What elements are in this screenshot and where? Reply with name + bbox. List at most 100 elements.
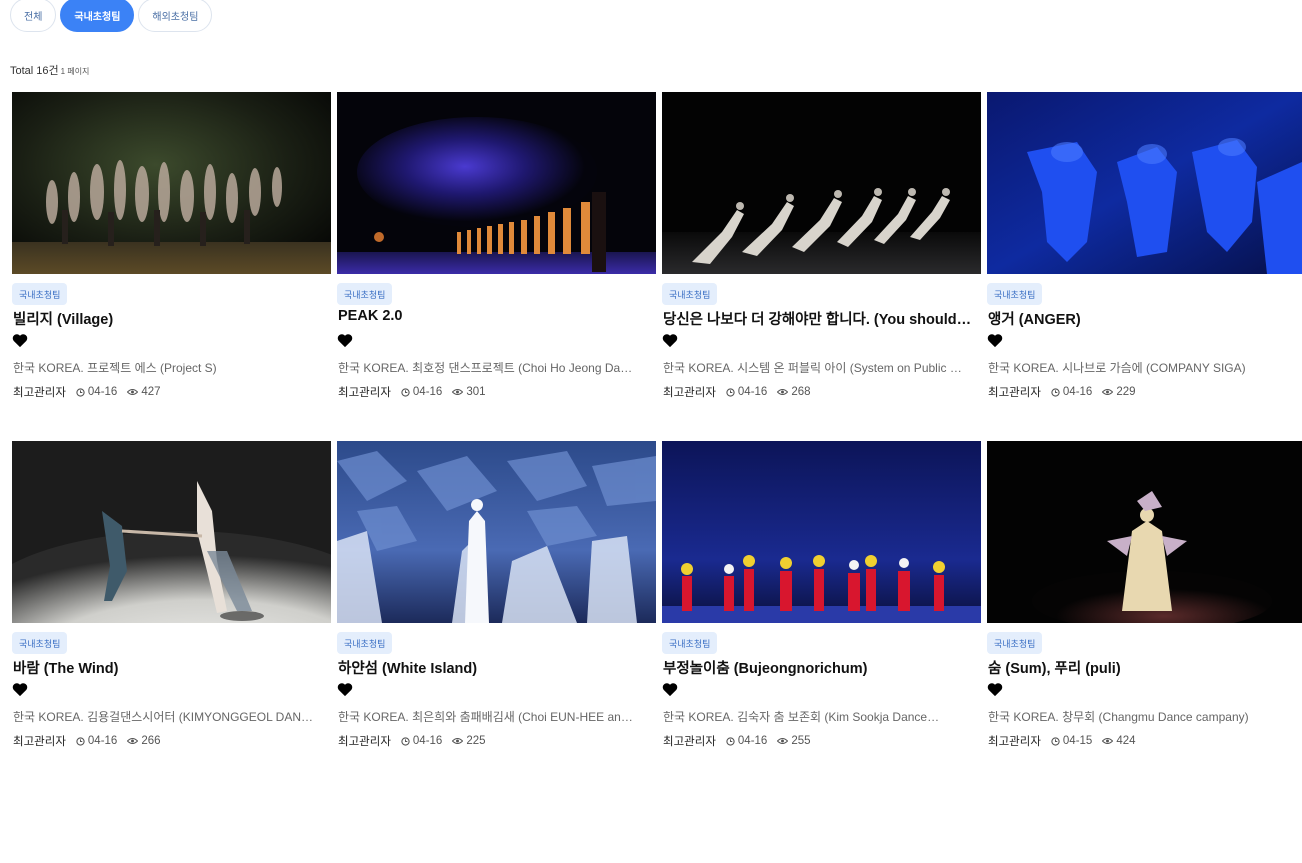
views-text: 301	[466, 386, 486, 398]
thumbnail-image[interactable]	[12, 92, 331, 274]
date-text: 04-16	[412, 386, 443, 398]
post-date: 04-16	[726, 386, 767, 398]
company-name: 한국 KOREA. 시스템 온 퍼블릭 아이 (System on Public…	[663, 361, 963, 375]
author-name: 최고관리자	[13, 387, 66, 399]
heart-icon[interactable]	[662, 333, 680, 349]
view-count: 427	[127, 386, 161, 398]
company-name: 한국 KOREA. 시나브로 가슴에 (COMPANY SIGA)	[988, 361, 1246, 375]
tab-overseas[interactable]: 해외초청팀	[138, 0, 213, 32]
post-date: 04-15	[1051, 735, 1092, 747]
author-name: 최고관리자	[988, 387, 1041, 399]
result-summary: Total 16건 1 페이지	[10, 62, 89, 78]
post-meta: 최고관리자 04-16 427	[13, 384, 161, 400]
thumbnail-image[interactable]	[337, 92, 656, 274]
post-date: 04-16	[76, 386, 117, 398]
thumbnail-image[interactable]	[12, 441, 331, 623]
gallery-card: 국내초청팀 부정놀이춤 (Bujeongnorichum) 한국 KOREA. …	[662, 441, 981, 790]
gallery-card: 국내초청팀 하얀섬 (White Island) 한국 KOREA. 최은희와 …	[337, 441, 656, 790]
date-text: 04-15	[1062, 735, 1093, 747]
date-text: 04-16	[737, 386, 768, 398]
post-meta: 최고관리자 04-16 255	[663, 733, 811, 749]
clock-icon	[1051, 736, 1060, 746]
heart-icon[interactable]	[12, 682, 30, 698]
view-count: 225	[452, 735, 486, 747]
thumbnail-image[interactable]	[987, 92, 1302, 274]
date-text: 04-16	[737, 735, 768, 747]
thumbnail-image[interactable]	[337, 441, 656, 623]
heart-icon[interactable]	[337, 682, 355, 698]
views-text: 268	[791, 386, 811, 398]
post-date: 04-16	[726, 735, 767, 747]
post-meta: 최고관리자 04-16 266	[13, 733, 161, 749]
view-count: 266	[127, 735, 161, 747]
category-badge: 국내초청팀	[337, 283, 393, 305]
card-title[interactable]: 부정놀이춤 (Bujeongnorichum)	[663, 657, 975, 678]
card-title[interactable]: 바람 (The Wind)	[13, 657, 325, 678]
tab-domestic[interactable]: 국내초청팀	[60, 0, 135, 32]
company-name: 한국 KOREA. 프로젝트 에스 (Project S)	[13, 361, 217, 375]
company-name: 한국 KOREA. 김용걸댄스시어터 (KIMYONGGEOL DANCE…	[13, 710, 313, 724]
post-date: 04-16	[76, 735, 117, 747]
post-date: 04-16	[1051, 386, 1092, 398]
category-badge: 국내초청팀	[337, 632, 393, 654]
card-title[interactable]: 앵거 (ANGER)	[988, 308, 1300, 329]
post-date: 04-16	[401, 386, 442, 398]
category-tabs: 전체 국내초청팀 해외초청팀	[10, 0, 213, 32]
views-text: 427	[141, 386, 161, 398]
card-title[interactable]: PEAK 2.0	[338, 308, 650, 324]
tab-all[interactable]: 전체	[10, 0, 57, 32]
company-name: 한국 KOREA. 창무회 (Changmu Dance campany)	[988, 710, 1249, 724]
date-text: 04-16	[412, 735, 443, 747]
clock-icon	[726, 387, 735, 397]
post-meta: 최고관리자 04-16 268	[663, 384, 811, 400]
gallery-card: 국내초청팀 바람 (The Wind) 한국 KOREA. 김용걸댄스시어터 (…	[12, 441, 331, 790]
gallery-card: 국내초청팀 빌리지 (Village) 한국 KOREA. 프로젝트 에스 (P…	[12, 92, 331, 441]
post-meta: 최고관리자 04-16 225	[338, 733, 486, 749]
post-date: 04-16	[401, 735, 442, 747]
eye-icon	[127, 737, 139, 745]
date-text: 04-16	[87, 735, 118, 747]
author-name: 최고관리자	[13, 736, 66, 748]
thumbnail-image[interactable]	[987, 441, 1302, 623]
company-name: 한국 KOREA. 김숙자 춤 보존회 (Kim Sookja Dance…	[663, 710, 940, 724]
eye-icon	[452, 388, 464, 396]
date-text: 04-16	[87, 386, 118, 398]
clock-icon	[76, 387, 85, 397]
gallery-card: 국내초청팀 PEAK 2.0 한국 KOREA. 최호정 댄스프로젝트 (Cho…	[337, 92, 656, 441]
heart-icon[interactable]	[987, 682, 1005, 698]
thumbnail-image[interactable]	[662, 441, 981, 623]
category-badge: 국내초청팀	[662, 283, 718, 305]
author-name: 최고관리자	[663, 387, 716, 399]
category-badge: 국내초청팀	[662, 632, 718, 654]
eye-icon	[777, 737, 789, 745]
views-text: 225	[466, 735, 486, 747]
category-badge: 국내초청팀	[987, 632, 1043, 654]
clock-icon	[726, 736, 735, 746]
eye-icon	[1102, 388, 1114, 396]
category-badge: 국내초청팀	[12, 283, 68, 305]
card-title[interactable]: 당신은 나보다 더 강해야만 합니다. (You should be …	[663, 308, 975, 329]
heart-icon[interactable]	[987, 333, 1005, 349]
heart-icon[interactable]	[12, 333, 30, 349]
author-name: 최고관리자	[663, 736, 716, 748]
card-title[interactable]: 숨 (Sum), 푸리 (puli)	[988, 657, 1300, 678]
company-name: 한국 KOREA. 최호정 댄스프로젝트 (Choi Ho Jeong Danc…	[338, 361, 638, 375]
heart-icon[interactable]	[337, 333, 355, 349]
gallery-card: 국내초청팀 숨 (Sum), 푸리 (puli) 한국 KOREA. 창무회 (…	[987, 441, 1302, 790]
card-title[interactable]: 빌리지 (Village)	[13, 308, 325, 329]
post-meta: 최고관리자 04-16 229	[988, 384, 1136, 400]
post-meta: 최고관리자 04-15 424	[988, 733, 1136, 749]
author-name: 최고관리자	[338, 736, 391, 748]
views-text: 266	[141, 735, 161, 747]
clock-icon	[76, 736, 85, 746]
views-text: 229	[1116, 386, 1136, 398]
views-text: 424	[1116, 735, 1136, 747]
page-count: 1 페이지	[60, 67, 90, 76]
view-count: 268	[777, 386, 811, 398]
author-name: 최고관리자	[338, 387, 391, 399]
gallery-card: 국내초청팀 당신은 나보다 더 강해야만 합니다. (You should be…	[662, 92, 981, 441]
thumbnail-image[interactable]	[662, 92, 981, 274]
card-title[interactable]: 하얀섬 (White Island)	[338, 657, 650, 678]
eye-icon	[1102, 737, 1114, 745]
heart-icon[interactable]	[662, 682, 680, 698]
